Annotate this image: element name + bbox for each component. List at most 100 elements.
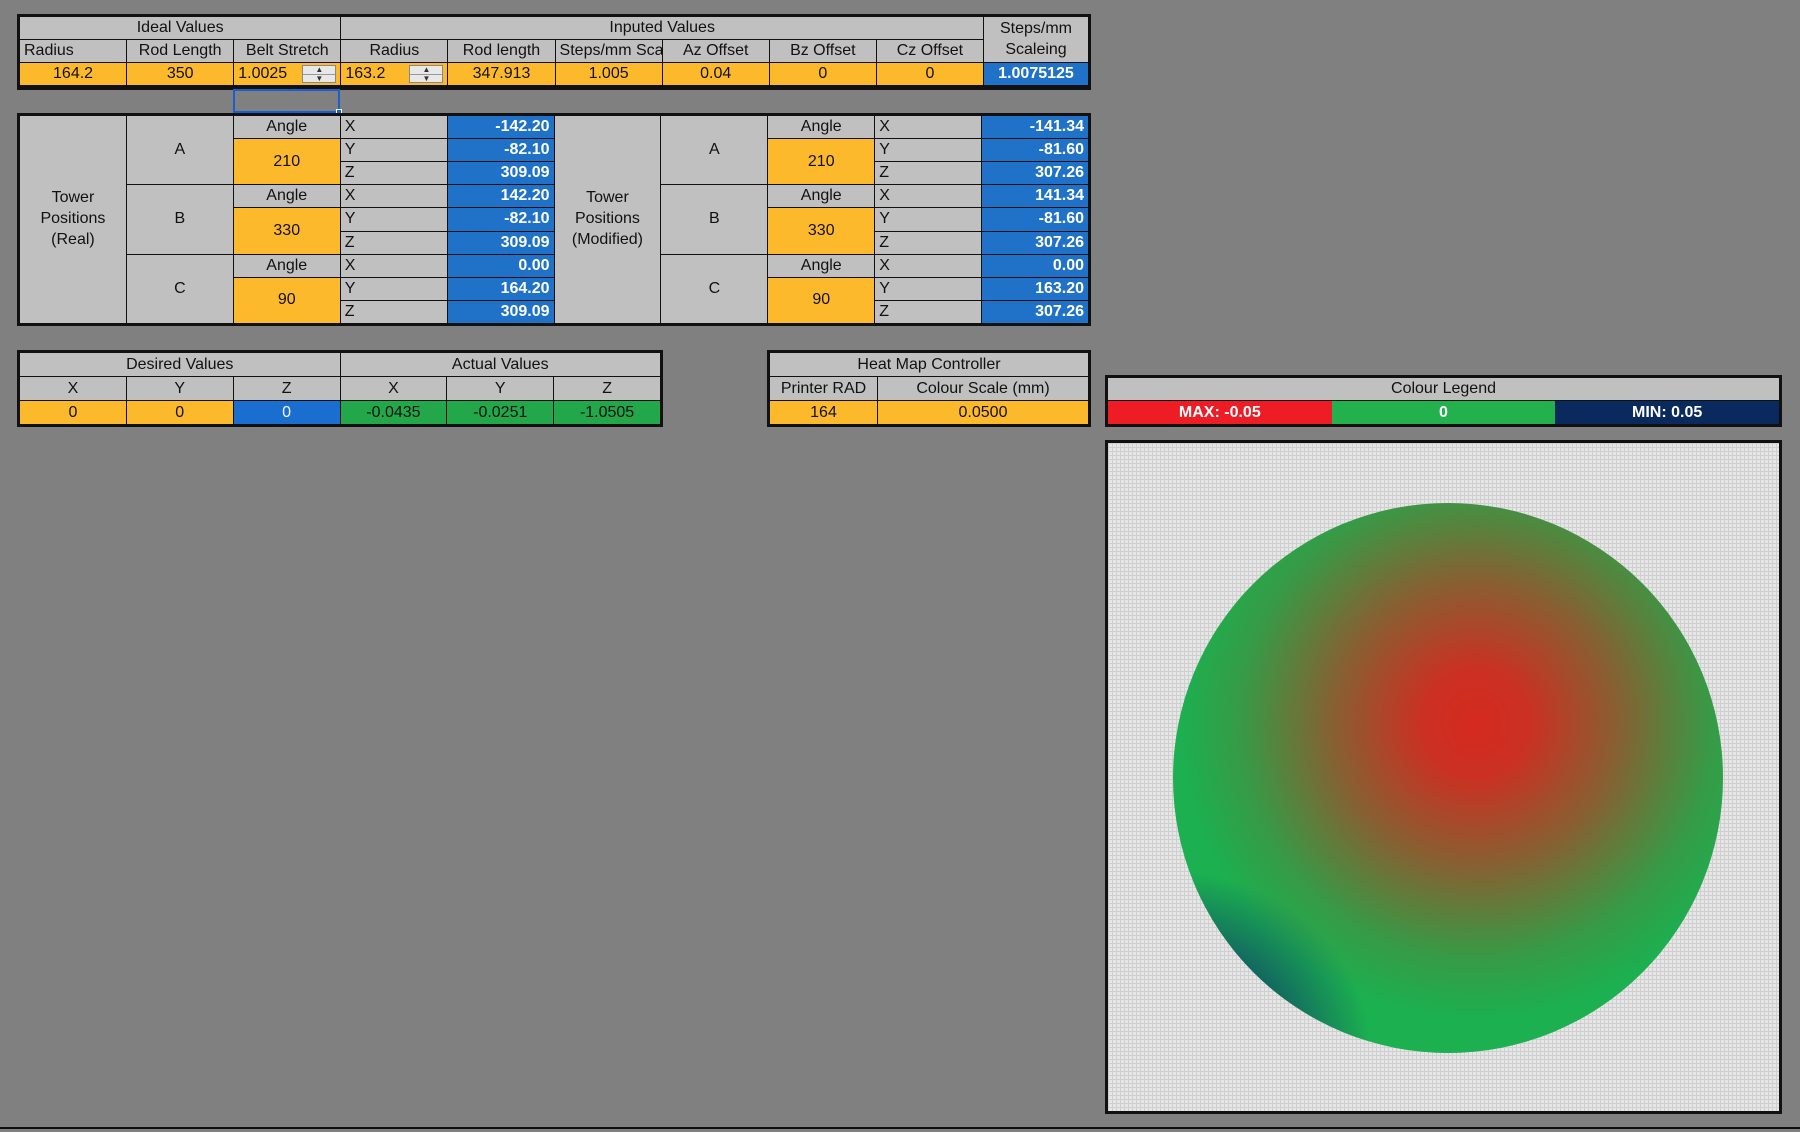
- tower-real-c-x: 0.00: [447, 254, 554, 277]
- axis-label-y: Y: [875, 277, 982, 300]
- colour-legend-title: Colour Legend: [1108, 378, 1779, 401]
- tower-real-b-angle[interactable]: 330: [233, 208, 340, 254]
- col-belt-stretch: Belt Stretch: [234, 40, 341, 62]
- desired-y-label: Y: [126, 377, 233, 400]
- tower-real-c-z: 309.09: [447, 300, 554, 323]
- belt-stretch-cell[interactable]: 1.0025 ▲ ▼: [234, 63, 341, 85]
- legend-zero: 0: [1331, 401, 1556, 424]
- tower-mod-b-angle-label: Angle: [768, 185, 875, 208]
- tower-mod-b-name: B: [661, 185, 768, 254]
- col-ideal-rod-length: Rod Length: [127, 40, 234, 62]
- desired-values-header: Desired Values: [20, 353, 340, 376]
- col-az-offset: Az Offset: [662, 40, 769, 62]
- ideal-radius-cell[interactable]: 164.2: [20, 63, 127, 85]
- axis-label-z: Z: [340, 300, 447, 323]
- col-cz-offset: Cz Offset: [876, 40, 983, 62]
- ideal-rod-length-cell[interactable]: 350: [127, 63, 234, 85]
- actual-y-label: Y: [447, 377, 554, 400]
- tower-positions-table: Tower Positions (Real) Tower Positions (…: [17, 113, 1091, 326]
- tower-mod-b-x: 141.34: [982, 185, 1088, 208]
- tower-real-b-y: -82.10: [447, 208, 554, 231]
- actual-z-label: Z: [554, 377, 660, 400]
- tower-mod-c-angle[interactable]: 90: [768, 277, 875, 323]
- axis-label-y: Y: [340, 208, 447, 231]
- axis-label-x: X: [875, 185, 982, 208]
- axis-label-y: Y: [875, 139, 982, 162]
- colour-legend: Colour Legend MAX: -0.05 0 MIN: 0.05: [1105, 375, 1782, 427]
- tower-mod-a-name: A: [661, 116, 768, 185]
- desired-x-label: X: [20, 377, 126, 400]
- tower-mod-c-x: 0.00: [982, 254, 1088, 277]
- heatmap-controller-header: Heat Map Controller: [770, 353, 1088, 376]
- tower-real-a-angle[interactable]: 210: [233, 139, 340, 185]
- tower-real-label: Tower Positions (Real): [20, 116, 126, 323]
- heatmap-circle: [1173, 503, 1723, 1053]
- bz-offset-cell[interactable]: 0: [769, 63, 876, 85]
- tower-real-b-z: 309.09: [447, 231, 554, 254]
- tower-mod-b-z: 307.26: [982, 231, 1088, 254]
- tower-mod-b-angle[interactable]: 330: [768, 208, 875, 254]
- col-input-rod-length: Rod length: [448, 40, 555, 62]
- actual-x-value: -0.0435: [340, 401, 447, 424]
- axis-label-z: Z: [340, 162, 447, 185]
- printer-rad-label: Printer RAD: [770, 377, 877, 400]
- legend-min: MIN: 0.05: [1555, 401, 1779, 424]
- axis-label-x: X: [875, 116, 982, 139]
- actual-x-label: X: [340, 377, 447, 400]
- cz-offset-cell[interactable]: 0: [876, 63, 983, 85]
- tower-mod-c-z: 307.26: [982, 300, 1088, 323]
- tower-mod-a-angle[interactable]: 210: [768, 139, 875, 185]
- axis-label-y: Y: [875, 208, 982, 231]
- col-input-radius: Radius: [341, 40, 448, 62]
- tower-real-a-name: A: [126, 116, 233, 185]
- colour-scale-value[interactable]: 0.0500: [878, 401, 1088, 424]
- desired-x-value[interactable]: 0: [20, 401, 126, 424]
- col-bz-offset: Bz Offset: [769, 40, 876, 62]
- axis-label-x: X: [875, 254, 982, 277]
- desired-z-label: Z: [233, 377, 340, 400]
- sheet-bottom-border: [0, 1127, 1800, 1129]
- axis-label-x: X: [340, 254, 447, 277]
- tower-real-c-angle-label: Angle: [233, 254, 340, 277]
- tower-mod-c-angle-label: Angle: [768, 254, 875, 277]
- tower-mod-c-y: 163.20: [982, 277, 1088, 300]
- az-offset-cell[interactable]: 0.04: [662, 63, 769, 85]
- spinner-down-icon[interactable]: ▼: [303, 74, 336, 83]
- tower-real-a-z: 309.09: [447, 162, 554, 185]
- desired-z-value[interactable]: 0: [233, 401, 340, 424]
- tower-mod-a-y: -81.60: [982, 139, 1088, 162]
- axis-label-y: Y: [340, 139, 447, 162]
- tower-real-b-name: B: [126, 185, 233, 254]
- axis-label-z: Z: [875, 300, 982, 323]
- tower-real-c-name: C: [126, 254, 233, 323]
- col-ideal-radius: Radius: [20, 40, 127, 62]
- heatmap-controller: Heat Map Controller Printer RAD Colour S…: [767, 350, 1091, 427]
- colour-scale-label: Colour Scale (mm): [878, 377, 1088, 400]
- belt-stretch-spinner[interactable]: ▲ ▼: [302, 65, 337, 83]
- tower-real-a-x: -142.20: [447, 116, 554, 139]
- spinner-up-icon[interactable]: ▲: [410, 66, 442, 74]
- heatmap-panel: [1105, 440, 1782, 1114]
- tower-real-b-x: 142.20: [447, 185, 554, 208]
- tower-mod-a-angle-label: Angle: [768, 116, 875, 139]
- tower-mod-a-z: 307.26: [982, 162, 1088, 185]
- tower-real-a-y: -82.10: [447, 139, 554, 162]
- desired-actual-table: Desired Values Actual Values X Y Z X Y Z…: [17, 350, 663, 427]
- tower-real-c-y: 164.20: [447, 277, 554, 300]
- steps-scale-cell[interactable]: 1.005: [555, 63, 662, 85]
- spinner-down-icon[interactable]: ▼: [410, 74, 443, 83]
- tower-mod-a-x: -141.34: [982, 116, 1088, 139]
- tower-real-c-angle[interactable]: 90: [233, 277, 340, 323]
- spreadsheet-sheet: { "calibration": { "ideal_header": "Idea…: [0, 0, 1800, 1132]
- tower-real-b-angle-label: Angle: [233, 185, 340, 208]
- desired-y-value[interactable]: 0: [126, 401, 233, 424]
- axis-label-z: Z: [875, 162, 982, 185]
- input-radius-value: 163.2: [345, 65, 386, 82]
- selected-cell-outline[interactable]: [233, 89, 340, 113]
- input-rod-length-cell[interactable]: 347.913: [448, 63, 555, 85]
- printer-rad-value[interactable]: 164: [770, 401, 877, 424]
- ideal-values-header: Ideal Values: [20, 17, 341, 39]
- input-radius-spinner[interactable]: ▲ ▼: [409, 65, 444, 83]
- input-radius-cell[interactable]: 163.2 ▲ ▼: [341, 63, 448, 85]
- spinner-up-icon[interactable]: ▲: [303, 66, 335, 74]
